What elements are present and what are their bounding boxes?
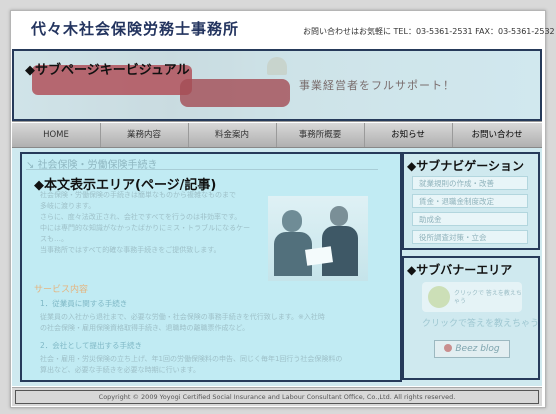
header: 代々木社会保険労務士事務所 お問い合わせはお気軽に TEL：03-5361-25… (11, 11, 555, 49)
subnav-label: ◆サブナビゲーション (407, 159, 524, 173)
blog-banner[interactable]: Beez blog (434, 340, 510, 358)
intro-line: さらに、度々法改正され、会社ですべてを行うのは非効率です。 (40, 213, 242, 221)
quiz-banner-text: クリックで 答えを教えちゃう (454, 290, 522, 305)
quiz-banner-caption[interactable]: クリックで答えを教えちゃう (422, 316, 539, 329)
nav-item-pricing[interactable]: 料金案内 (188, 123, 277, 147)
footer: Copyright © 2009 Yoyogi Certified Social… (12, 387, 542, 406)
copyright: Copyright © 2009 Yoyogi Certified Social… (98, 393, 456, 401)
nav-item-services[interactable]: 業務内容 (100, 123, 189, 147)
intro-text: 社会保険・労働保険の手続きは簡単なものから複雑なものまで 多岐に渡ります。 さら… (40, 190, 258, 256)
main-content: ↘ 社会保険・労働保険手続き ◆本文表示エリア(ページ/記事) 社会保険・労働保… (20, 152, 402, 382)
heading-divider (26, 169, 378, 170)
service-title: サービス内容 (34, 285, 89, 295)
nav-item-home[interactable]: HOME (12, 123, 101, 147)
intro-line: 社会保険・労働保険の手続きは簡単なものから複雑なものまで (40, 191, 236, 199)
business-meeting-photo (268, 196, 368, 281)
subnav-item-work-rules[interactable]: 就業規則の作成・改善 (412, 176, 528, 190)
section-line: 従業員の入社から退社まで、必要な労働・社会保険の事務手続きを代行致します。※入社… (40, 313, 325, 321)
blog-logo-icon (444, 344, 453, 352)
section-text: 従業員の入社から退社まで、必要な労働・社会保険の事務手続きを代行致します。※入社… (40, 312, 390, 334)
subnav-item-wage-system[interactable]: 賃金・退職金制度改定 (412, 194, 528, 208)
subnav-item-subsidy[interactable]: 助成金 (412, 212, 528, 226)
global-nav: HOME 業務内容 料金案内 事務所概要 お知らせ お問い合わせ (12, 123, 542, 148)
section-text: 社会・雇用・労災保険の立ち上げ、年1回の労働保険料の申告、同じく毎年1回行う社会… (40, 354, 390, 376)
intro-line: 当事務所ではすべて的確な事務手続きをご提供致します。 (40, 246, 221, 254)
subnav-item-audit[interactable]: 役所調査対策・立会 (412, 230, 528, 244)
intro-line: スも…。 (40, 235, 68, 243)
section-heading: 2．会社として提出する手続き (40, 341, 143, 350)
site-title[interactable]: 代々木社会保険労務士事務所 (31, 18, 239, 39)
nav-item-contact[interactable]: お問い合わせ (452, 123, 542, 147)
mascot-icon (428, 286, 450, 308)
contact-info: お問い合わせはお気軽に TEL：03-5361-2531 FAX：03-5361… (303, 27, 555, 36)
section-line: 社会・雇用・労災保険の立ち上げ、年1回の労働保険料の申告、同じく毎年1回行う社会… (40, 355, 343, 363)
subbanner-label: ◆サブバナーエリア (407, 263, 513, 277)
intro-line: 中には専門的な知識がなかったばかりにミス・トラブルになるケー (40, 224, 251, 232)
blog-banner-label: Beez blog (455, 344, 500, 354)
nav-item-about[interactable]: 事務所概要 (276, 123, 365, 147)
section-line: 算出など、必要な手続きを必要な時期に行います。 (40, 366, 200, 374)
section-heading: 1．従業員に関する手続き (40, 299, 128, 308)
nav-item-news[interactable]: お知らせ (364, 123, 453, 147)
sub-banner-area: ◆サブバナーエリア クリックで 答えを教えちゃう クリックで答えを教えちゃう B… (402, 256, 540, 380)
key-visual-label: ◆サブページキービジュアル (25, 63, 190, 78)
section-line: の社会保険・雇用保険資格取得手続き、退職時の離職票作成など。 (40, 324, 250, 332)
content-area: ↘ 社会保険・労働保険手続き ◆本文表示エリア(ページ/記事) 社会保険・労働保… (12, 148, 542, 386)
intro-line: 多岐に渡ります。 (40, 202, 96, 210)
sub-navigation: ◆サブナビゲーション 就業規則の作成・改善 賃金・退職金制度改定 助成金 役所調… (402, 152, 540, 250)
page: 代々木社会保険労務士事務所 お問い合わせはお気軽に TEL：03-5361-25… (10, 10, 555, 408)
quiz-banner[interactable]: クリックで 答えを教えちゃう (422, 282, 522, 312)
